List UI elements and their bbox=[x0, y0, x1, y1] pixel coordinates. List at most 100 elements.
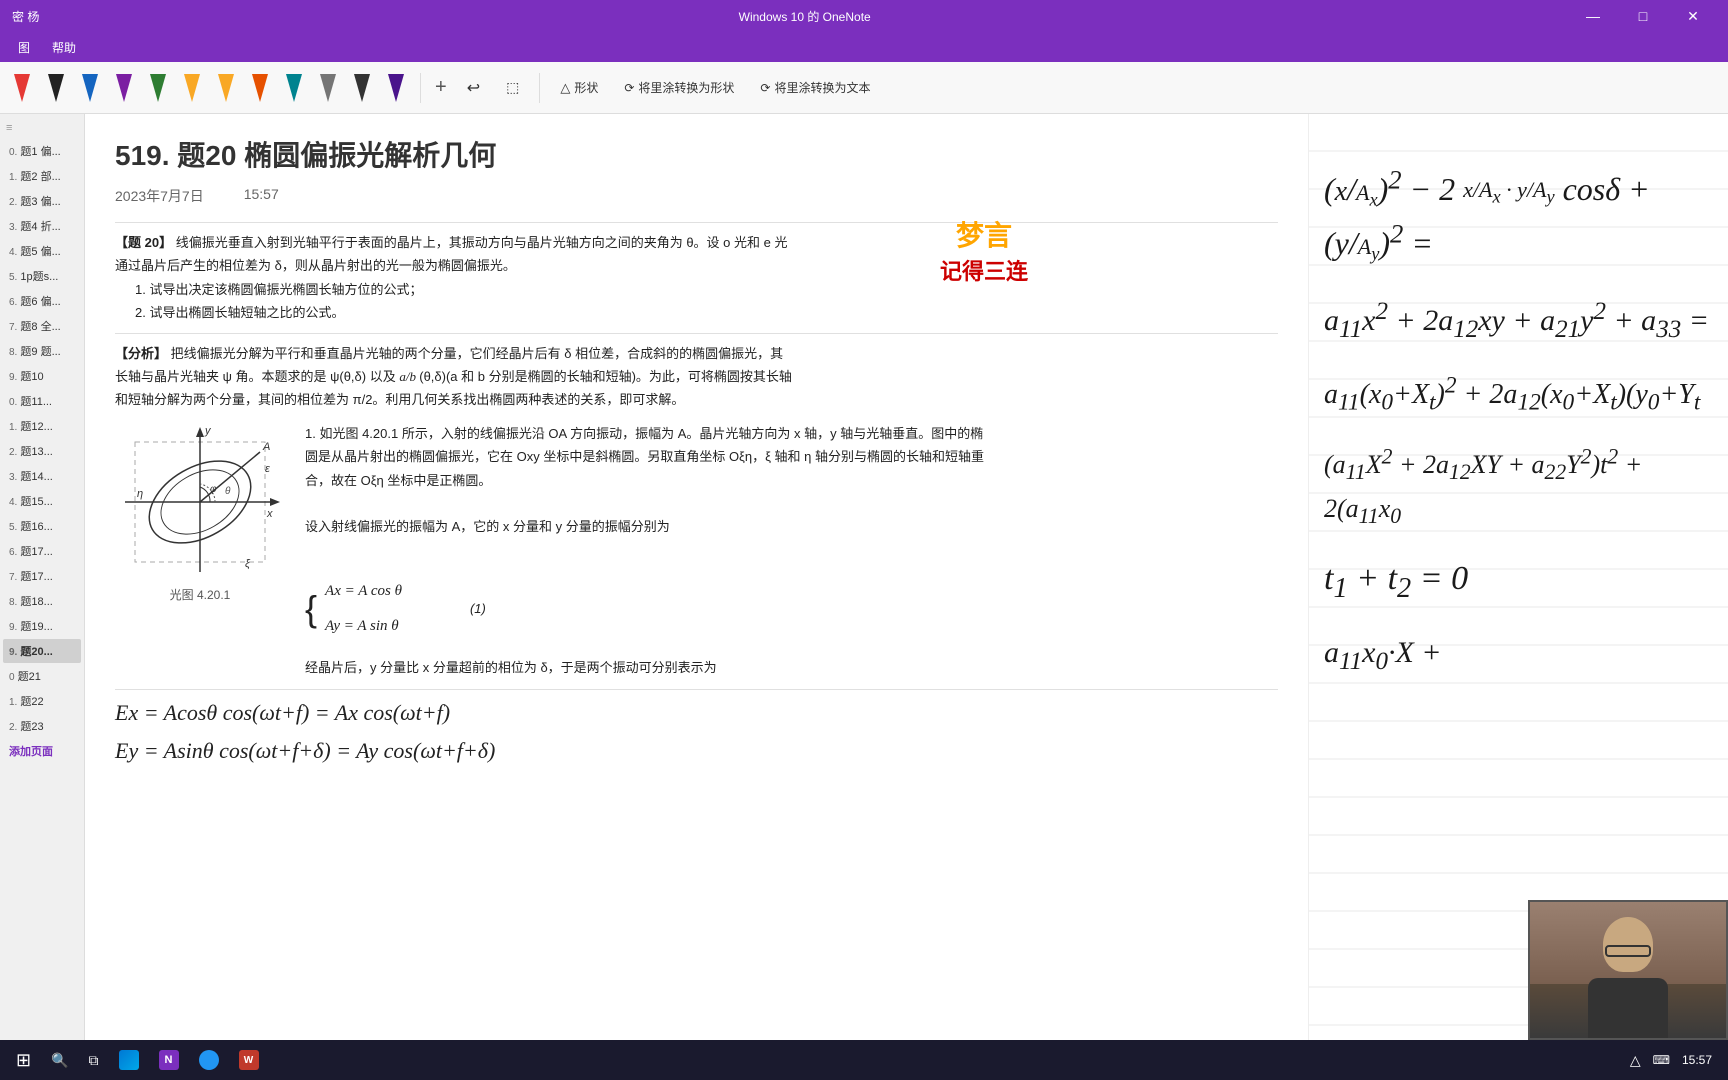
person-body bbox=[1588, 978, 1668, 1038]
pen-tool-purple[interactable] bbox=[110, 70, 138, 106]
question-list: 1. 试导出决定该椭圆偏振光椭圆长轴方位的公式； 2. 试导出椭圆长轴短轴之比的… bbox=[135, 278, 795, 325]
undo-icon: ↩ bbox=[467, 78, 480, 98]
sidebar-item-0[interactable]: 0. 题1 偏... bbox=[3, 139, 81, 163]
taskbar-search[interactable]: 🔍 bbox=[43, 1044, 76, 1076]
name-stamp: 梦言 记得三连 bbox=[940, 214, 1028, 286]
convert-to-text-button[interactable]: ⟳ 将里涂转换为文本 bbox=[750, 75, 880, 100]
taskbar-wps[interactable]: W bbox=[231, 1044, 267, 1076]
menu-item-help[interactable]: 帮助 bbox=[42, 35, 86, 60]
right-eq3-text: a11(x0+Xt)2 + 2a12(x0+Xt)(y0+Yt bbox=[1324, 379, 1700, 410]
analysis-section: 【分析】 把线偏振光分解为平行和垂直晶片光轴的两个分量，它们经晶片后有 δ 相位… bbox=[115, 342, 795, 412]
analysis-2-paragraph: 设入射线偏振光的振幅为 A，它的 x 分量和 y 分量的振幅分别为 bbox=[305, 515, 985, 538]
sidebar-item-5[interactable]: 5. 1p题s... bbox=[3, 264, 81, 288]
analysis-1-text: 1. 如光图 4.20.1 所示，入射的线偏振光沿 OA 方向振动，振幅为 A。… bbox=[305, 422, 985, 680]
webcam-person bbox=[1530, 902, 1726, 1038]
analysis-fraction: a/b bbox=[399, 369, 419, 384]
pen-tool-green[interactable] bbox=[144, 70, 172, 106]
toolbar: + ↩ ⬚ △ 形状 ⟳ 将里涂转换为形状 ⟳ 将里涂转换为文本 bbox=[0, 62, 1728, 114]
analysis-paragraph: 【分析】 把线偏振光分解为平行和垂直晶片光轴的两个分量，它们经晶片后有 δ 相位… bbox=[115, 342, 795, 412]
figure-container: y x A η ξ φ θ ε bbox=[115, 422, 285, 603]
pen-tool-blue[interactable] bbox=[76, 70, 104, 106]
sidebar-collapse-btn[interactable]: ≡ bbox=[0, 118, 84, 138]
sidebar-item-21[interactable]: 0 题21 bbox=[3, 664, 81, 688]
menu-item-image[interactable]: 图 bbox=[8, 35, 40, 60]
pen-tool-darkpurple[interactable] bbox=[382, 70, 410, 106]
sidebar-item-23[interactable]: 2. 题23 bbox=[3, 714, 81, 738]
start-icon: ⊞ bbox=[16, 1050, 31, 1071]
taskview-icon: ⧉ bbox=[89, 1052, 99, 1069]
pen-tool-dark2[interactable] bbox=[348, 70, 376, 106]
app3-icon bbox=[199, 1050, 219, 1070]
sidebar-item-14[interactable]: 4. 题15... bbox=[3, 489, 81, 513]
sidebar-item-2[interactable]: 2. 题3 偏... bbox=[3, 189, 81, 213]
divider3 bbox=[115, 689, 1278, 690]
shape-button[interactable]: △ 形状 bbox=[550, 75, 608, 100]
taskbar-app3[interactable] bbox=[191, 1044, 227, 1076]
notification-icon[interactable]: △ bbox=[1630, 1052, 1641, 1069]
taskbar-taskview[interactable]: ⧉ bbox=[81, 1044, 107, 1076]
convert-to-shape-button[interactable]: ⟳ 将里涂转换为形状 bbox=[614, 75, 744, 100]
right-eq5-text: t1 + t2 = 0 bbox=[1324, 560, 1468, 597]
right-eq1: (x/Ax)2 − 2 x/Ax · y/Ay cosδ + (y/Ay)2 = bbox=[1324, 159, 1713, 268]
convert-shape-label: 将里涂转换为形状 bbox=[638, 79, 734, 96]
pen-tool-cyan[interactable] bbox=[280, 70, 308, 106]
sidebar-item-11[interactable]: 1. 题12... bbox=[3, 414, 81, 438]
main-area: ≡ 0. 题1 偏...1. 题2 部...2. 题3 偏...3. 题4 折.… bbox=[0, 114, 1728, 1040]
add-tool-button[interactable]: + bbox=[431, 76, 451, 99]
sidebar-item-15[interactable]: 5. 题16... bbox=[3, 514, 81, 538]
person-head bbox=[1603, 917, 1653, 972]
pen-tool-dark[interactable] bbox=[42, 70, 70, 106]
right-eq6: a11x0·X + bbox=[1324, 630, 1713, 681]
convert-shape-icon: ⟳ bbox=[624, 81, 634, 95]
pen-tool-red[interactable] bbox=[8, 70, 36, 106]
svg-text:A: A bbox=[262, 441, 270, 453]
page-date: 2023年7月7日 bbox=[115, 186, 204, 206]
sidebar-item-24[interactable]: 添加页面 bbox=[3, 739, 81, 763]
sidebar-item-22[interactable]: 1. 题22 bbox=[3, 689, 81, 713]
divider1 bbox=[115, 222, 1278, 223]
pen-tool-orange[interactable] bbox=[246, 70, 274, 106]
sidebar-item-6[interactable]: 6. 题6 偏... bbox=[3, 289, 81, 313]
pen-tool-grey[interactable] bbox=[314, 70, 342, 106]
convert-text-icon: ⟳ bbox=[760, 81, 770, 95]
user-label: 密 杨 bbox=[12, 8, 39, 25]
keyboard-icon[interactable]: ⌨ bbox=[1653, 1053, 1670, 1067]
maximize-button[interactable]: □ bbox=[1620, 0, 1666, 32]
eq-number: (1) bbox=[470, 597, 486, 620]
right-math-content: (x/Ax)2 − 2 x/Ax · y/Ay cosδ + (y/Ay)2 =… bbox=[1324, 159, 1713, 680]
lasso-button[interactable]: ⬚ bbox=[496, 75, 529, 100]
pen-tool-yellow2[interactable] bbox=[212, 70, 240, 106]
sidebar-item-12[interactable]: 2. 题13... bbox=[3, 439, 81, 463]
sidebar-item-17[interactable]: 7. 题17... bbox=[3, 564, 81, 588]
taskbar-onenote[interactable]: N bbox=[151, 1044, 187, 1076]
sidebar-item-20[interactable]: 9. 题20... bbox=[3, 639, 81, 663]
sidebar-item-3[interactable]: 3. 题4 折... bbox=[3, 214, 81, 238]
page-main-content: 519. 题20 椭圆偏振光解析几何 2023年7月7日 15:57 【题 20… bbox=[85, 114, 1308, 1040]
sidebar-item-16[interactable]: 6. 题17... bbox=[3, 539, 81, 563]
bottom-equations: Ex = Acosθ cos(ωt+f) = Ax cos(ωt+f) Ey =… bbox=[115, 700, 1278, 764]
pen-tool-yellow1[interactable] bbox=[178, 70, 206, 106]
sidebar-item-19[interactable]: 9. 题19... bbox=[3, 614, 81, 638]
person-glasses bbox=[1605, 945, 1651, 957]
sidebar-item-4[interactable]: 4. 题5 偏... bbox=[3, 239, 81, 263]
sidebar-item-13[interactable]: 3. 题14... bbox=[3, 464, 81, 488]
start-button[interactable]: ⊞ bbox=[8, 1044, 39, 1076]
minimize-button[interactable]: — bbox=[1570, 0, 1616, 32]
page-date-row: 2023年7月7日 15:57 bbox=[115, 186, 1278, 206]
sidebar-item-7[interactable]: 7. 题8 全... bbox=[3, 314, 81, 338]
divider2 bbox=[115, 333, 1278, 334]
brace-equation: { Ax = A cos θ Ay = A sin θ (1) bbox=[305, 570, 985, 648]
sidebar-item-1[interactable]: 1. 题2 部... bbox=[3, 164, 81, 188]
topic-paragraph: 【题 20】 线偏振光垂直入射到光轴平行于表面的晶片上，其振动方向与晶片光轴方向… bbox=[115, 231, 795, 278]
sidebar-item-8[interactable]: 8. 题9 题... bbox=[3, 339, 81, 363]
sidebar-item-10[interactable]: 0. 题11... bbox=[3, 389, 81, 413]
close-button[interactable]: ✕ bbox=[1670, 0, 1716, 32]
q2: 2. 试导出椭圆长轴短轴之比的公式。 bbox=[135, 301, 795, 324]
sidebar-item-9[interactable]: 9. 题10 bbox=[3, 364, 81, 388]
undo-button[interactable]: ↩ bbox=[457, 74, 490, 102]
sidebar-item-18[interactable]: 8. 题18... bbox=[3, 589, 81, 613]
figure-svg: y x A η ξ φ θ ε bbox=[115, 422, 285, 582]
svg-text:θ: θ bbox=[225, 486, 231, 497]
right-eq1-text: (x/Ax)2 − 2 x/Ax · y/Ay cosδ + (y/Ay)2 = bbox=[1324, 171, 1650, 262]
taskbar-edge[interactable] bbox=[111, 1044, 147, 1076]
